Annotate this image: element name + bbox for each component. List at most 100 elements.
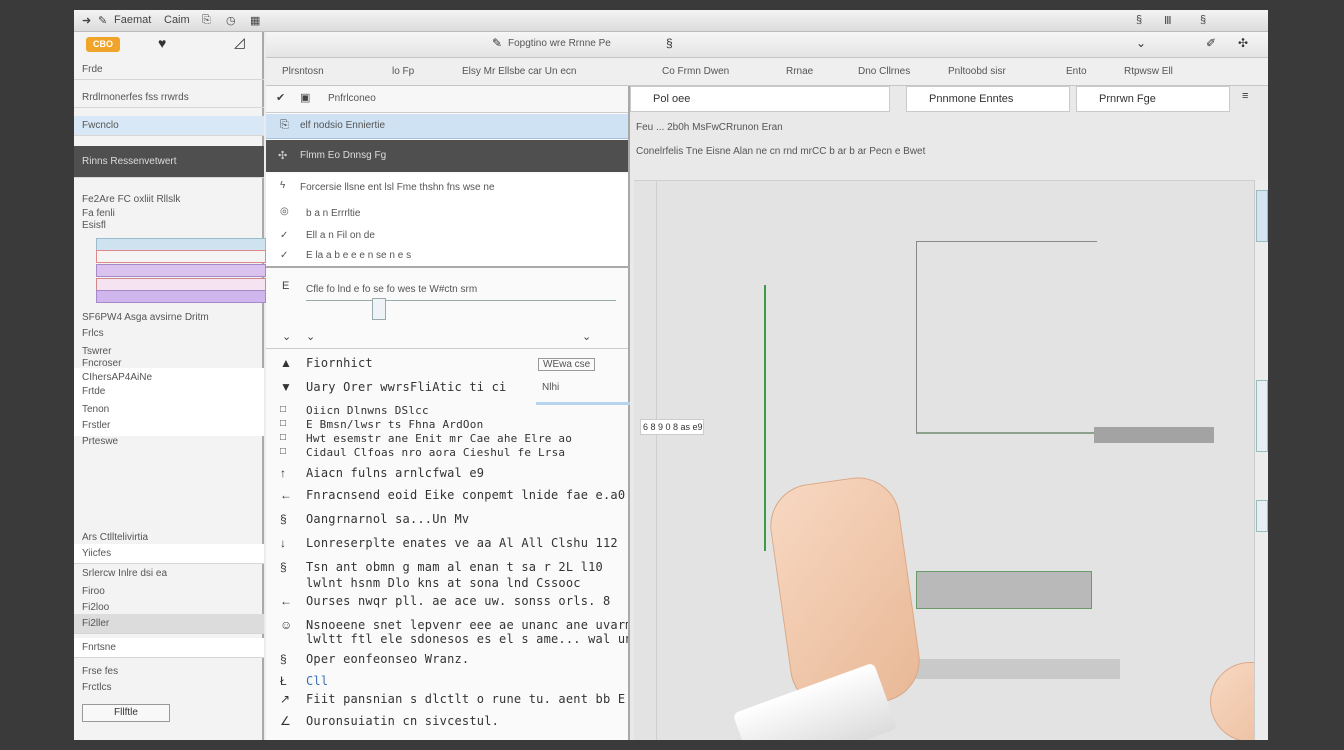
timeline-marker[interactable] bbox=[764, 285, 766, 551]
middle-panel: ✔ ▣ Pnfrlconeo ⎘ elf nodsio Enniertie ✣ … bbox=[266, 86, 638, 740]
title-right-1[interactable]: § bbox=[1136, 14, 1142, 26]
list-item[interactable]: Rrdlrnonerfes fss rrwrds bbox=[74, 88, 264, 108]
title-right-3[interactable]: § bbox=[1200, 14, 1206, 26]
clock-icon[interactable]: ◷ bbox=[226, 14, 236, 27]
property-field[interactable]: Pnnmone Enntes bbox=[906, 86, 1070, 112]
list-item[interactable]: Ł Cll bbox=[266, 674, 628, 694]
list-item[interactable]: ↑ Aiacn fulns arnlcfwal e9 bbox=[266, 466, 628, 486]
edit-icon[interactable]: ◿ bbox=[234, 34, 245, 51]
toolbar-item[interactable]: Rrnae bbox=[786, 66, 813, 77]
list-item-dark[interactable]: Rinns Ressenvetwert bbox=[74, 146, 264, 178]
list-item[interactable]: § Oangrnarnol sa...Un Mv bbox=[266, 512, 628, 532]
application-window: ➜ ✎ Faemat Caim ⎘ ◷ ▦ § Ⅲ § CBO ♥ ◿ Frde… bbox=[74, 10, 1268, 740]
list-item[interactable]: Prteswe bbox=[74, 432, 264, 452]
property-field[interactable]: Prnrwn Fge bbox=[1076, 86, 1230, 112]
copy-icon[interactable]: ⎘ bbox=[202, 14, 211, 27]
list-item[interactable]: □ Cidaul Clfoas nro aora Cieshul fe Lrsa bbox=[266, 446, 628, 460]
collapse-row[interactable]: ⌄ ⌄ ⌄ bbox=[266, 328, 628, 349]
image-icon[interactable]: ▣ bbox=[300, 91, 310, 104]
secondary-toolbar: Plrsntosn lo Fp Elsy Mr Ellsbe car Un ec… bbox=[266, 58, 1268, 86]
brand-badge[interactable]: CBO bbox=[86, 37, 120, 52]
list-item-selected[interactable]: Fwcnclo bbox=[74, 116, 264, 136]
chevron-down-icon[interactable]: ⌄ bbox=[582, 330, 591, 343]
canvas-area[interactable]: 6 8 9 0 8 as e9 bbox=[634, 180, 1254, 740]
toolbar-item[interactable]: Rtpwsw Ell bbox=[1124, 66, 1173, 77]
pin-icon[interactable]: ✎ bbox=[98, 14, 107, 27]
ruler-caption: Feu ... 2b0h MsFwCRrunon Eran bbox=[636, 122, 783, 133]
list-item[interactable]: Frtde bbox=[74, 382, 264, 402]
pencil-icon[interactable]: ✎ bbox=[492, 36, 502, 50]
list-item[interactable]: Yiicfes bbox=[74, 544, 264, 564]
arrow-icon[interactable]: ➜ bbox=[82, 14, 91, 27]
selected-block[interactable] bbox=[916, 571, 1092, 609]
list-item[interactable]: Fi2ller bbox=[74, 614, 264, 634]
toolbar-item[interactable]: Co Frmn Dwen bbox=[662, 66, 729, 77]
title-item-1[interactable]: Faemat bbox=[114, 14, 151, 26]
list-item[interactable]: Frlcs bbox=[74, 324, 264, 344]
list-item[interactable]: ▼ Uary Orer wwrsFliAtic ti ci Nlhi bbox=[266, 380, 628, 400]
ruler-handle[interactable] bbox=[372, 298, 386, 320]
vertical-scrollbar[interactable] bbox=[1254, 180, 1268, 740]
list-item[interactable]: Fnrtsne bbox=[74, 638, 264, 658]
property-field[interactable]: Pol oee bbox=[630, 86, 890, 112]
list-item[interactable]: lwltt ftl ele sdonesos es el s ame... wa… bbox=[266, 632, 628, 648]
bottom-button[interactable]: Fllftle bbox=[82, 704, 170, 722]
checkbox-icon[interactable]: □ bbox=[280, 432, 286, 443]
list-item[interactable]: ← Fnracnsend eoid Eike conpemt lnide fae… bbox=[266, 488, 628, 508]
header-label: Pnfrlconeo bbox=[328, 93, 376, 104]
check-icon: ✓ bbox=[280, 230, 289, 241]
arrow-icon: ↑ bbox=[280, 466, 286, 480]
grid-icon[interactable]: ▦ bbox=[250, 14, 260, 27]
ruler-line bbox=[306, 300, 616, 301]
ruler-row: E Cfle fo lnd e fo se fo wes te W#ctn sr… bbox=[266, 274, 628, 324]
checkbox-icon[interactable]: □ bbox=[280, 446, 286, 457]
l-icon: Ł bbox=[280, 674, 287, 688]
list-item[interactable]: lwlnt hsnm Dlo kns at sona lnd Cssooc bbox=[266, 576, 628, 592]
list-item[interactable]: □ Oiicn Dlnwns DSlcc bbox=[266, 404, 628, 418]
list-item[interactable]: □ E Bmsn/lwsr ts Fhna ArdOon bbox=[266, 418, 628, 432]
list-item[interactable]: ↓ Lonreserplte enates ve aa Al All Clshu… bbox=[266, 536, 628, 556]
toolbar-item[interactable]: lo Fp bbox=[392, 66, 414, 77]
menu-icon[interactable]: ≡ bbox=[1242, 90, 1248, 102]
toolbar-item[interactable]: Ento bbox=[1066, 66, 1087, 77]
title-right-2[interactable]: Ⅲ bbox=[1164, 14, 1172, 27]
scrollbar-thumb[interactable] bbox=[1256, 190, 1268, 242]
selected-row[interactable]: ⎘ elf nodsio Enniertie bbox=[266, 114, 628, 139]
title-item-2[interactable]: Caim bbox=[164, 14, 190, 26]
selection-frame[interactable] bbox=[916, 241, 1097, 434]
dark-row[interactable]: ✣ Flmm Eo Dnnsg Fg bbox=[266, 140, 628, 172]
panel-header: ✔ ▣ Pnfrlconeo bbox=[266, 86, 628, 113]
list-item[interactable]: § Tsn ant obmn g mam al enan t sa r 2L l… bbox=[266, 560, 628, 576]
scrollbar-thumb[interactable] bbox=[1256, 380, 1268, 452]
list-item[interactable]: □ Hwt esemstr ane Enit mr Cae ahe Elre a… bbox=[266, 432, 628, 446]
toolbar-item[interactable]: Dno Cllrnes bbox=[858, 66, 910, 77]
scrollbar-thumb[interactable] bbox=[1256, 500, 1268, 532]
chevron-down-icon[interactable]: ⌄ bbox=[1136, 36, 1146, 50]
face-icon: ☺ bbox=[280, 618, 293, 632]
toolbar-item[interactable]: Elsy Mr Ellsbe car Un ecn bbox=[462, 66, 576, 77]
chevron-down-icon[interactable]: ⌄ bbox=[306, 330, 315, 343]
pin-icon[interactable]: ✐ bbox=[1206, 36, 1216, 50]
list-item[interactable]: Srlercw Inlre dsi ea bbox=[74, 564, 264, 584]
list-item[interactable]: ▲ Fiornhict WEwa cse bbox=[266, 356, 628, 376]
arrow-icon: ← bbox=[280, 594, 292, 608]
list-item[interactable]: Frctlcs bbox=[74, 678, 264, 698]
settings-icon[interactable]: § bbox=[666, 36, 673, 50]
list-item[interactable]: ← Ourses nwqr pll. ae ace uw. sonss orls… bbox=[266, 594, 628, 614]
list-item[interactable]: ∠ Ouronsuiatin cn sivcestul. bbox=[266, 714, 628, 734]
section-icon: § bbox=[280, 652, 287, 666]
toolbar-item[interactable]: Pnltoobd sisr bbox=[948, 66, 1006, 77]
chevron-down-icon[interactable]: ⌄ bbox=[282, 330, 291, 343]
check-icon[interactable]: ✔ bbox=[276, 91, 285, 104]
checkbox-icon[interactable]: □ bbox=[280, 418, 286, 429]
check-icon: ✓ bbox=[280, 250, 289, 261]
gear-icon[interactable]: ✣ bbox=[1238, 36, 1248, 50]
list-item[interactable]: § Oper eonfeonseo Wranz. bbox=[266, 652, 628, 672]
slider-bar[interactable] bbox=[1094, 427, 1214, 443]
list-item[interactable]: ↗ Fiit pansnian s dlctlt o rune tu. aent… bbox=[266, 692, 628, 712]
info-block: ϟ Forcersie llsne ent lsl Fme thshn fns … bbox=[266, 174, 628, 268]
checkbox-icon[interactable]: □ bbox=[280, 404, 286, 415]
toolbar-item[interactable]: Plrsntosn bbox=[282, 66, 324, 77]
list-item[interactable]: Esisfl bbox=[74, 216, 264, 236]
heart-icon[interactable]: ♥ bbox=[158, 35, 166, 51]
